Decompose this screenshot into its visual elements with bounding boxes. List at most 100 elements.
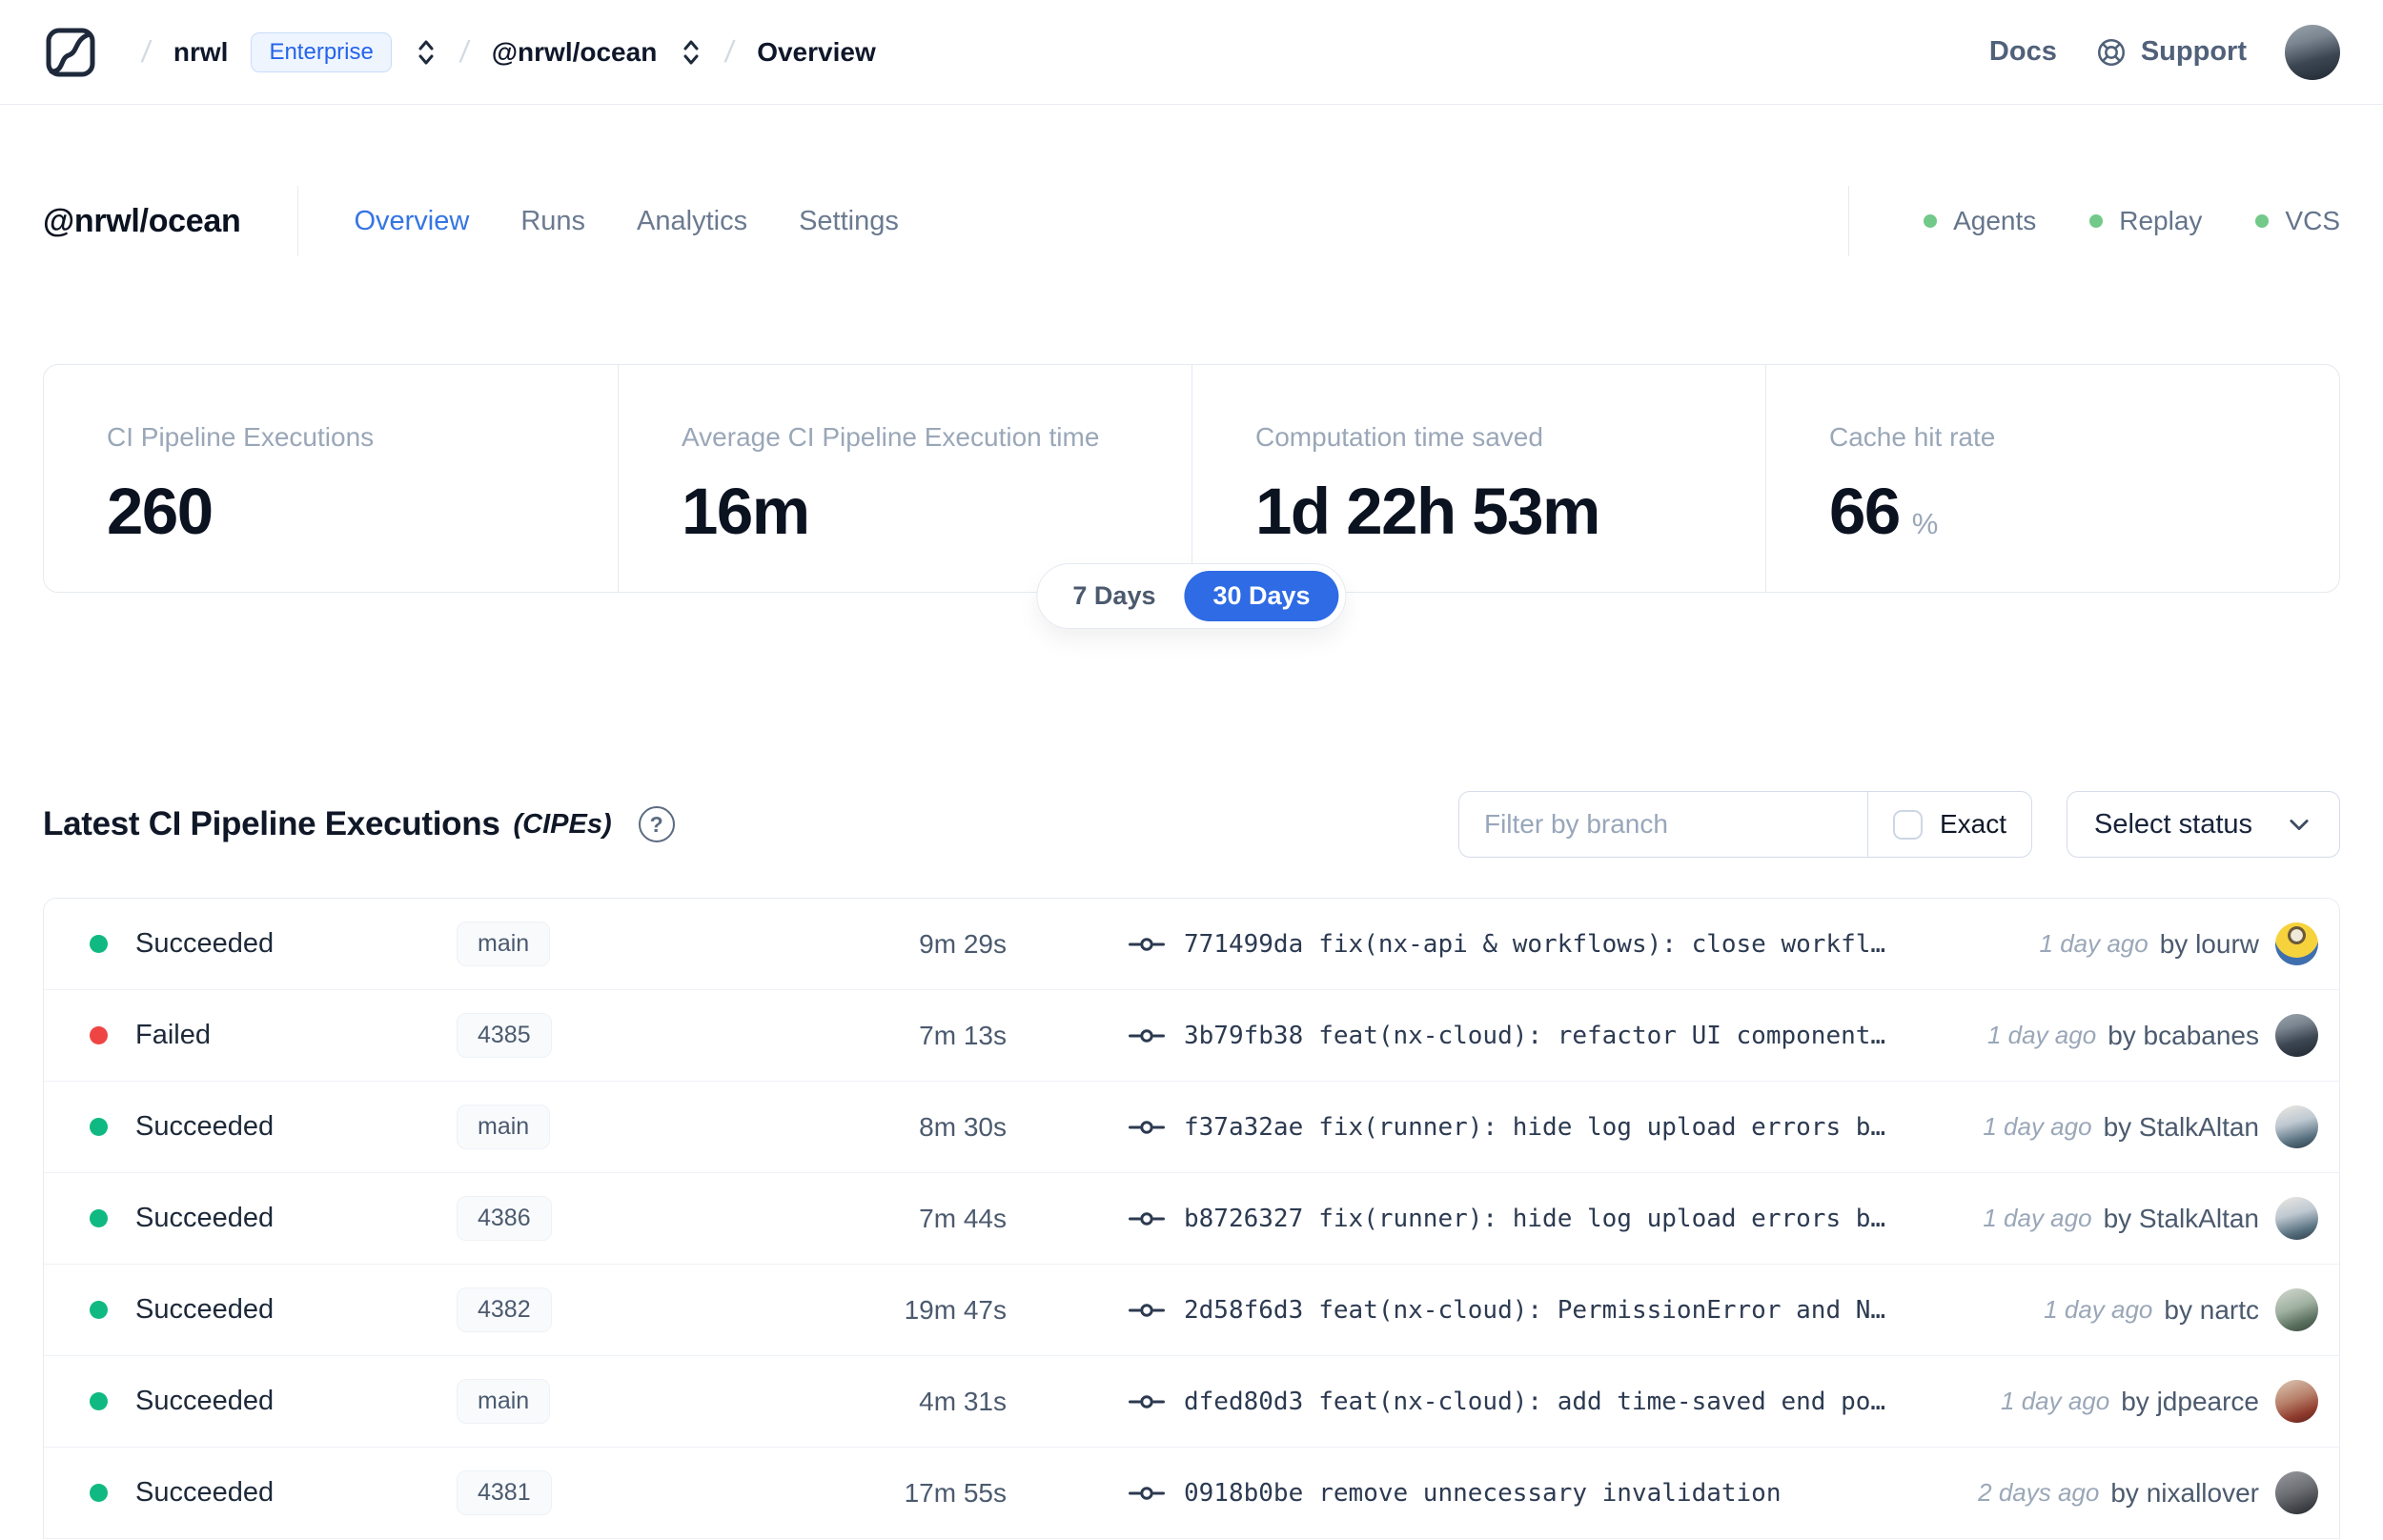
author: by lourw [2159,928,2259,959]
relative-time: 1 day ago [1983,1204,2092,1232]
tab-analytics[interactable]: Analytics [637,206,747,237]
breadcrumb-workspace[interactable]: @nrwl/ocean [492,37,658,68]
divider [297,186,299,256]
status-dot [90,1026,108,1044]
commit-message: feat(nx-cloud): PermissionError and N… [1318,1295,1886,1325]
green-status-dot [2255,214,2270,228]
feature-indicators: Agents Replay VCS [1791,186,2340,256]
commit-hash: 771499da [1184,929,1304,959]
author-avatar [2275,1014,2318,1057]
author-avatar [2275,1380,2318,1423]
support-label: Support [2140,36,2247,67]
stats-card: CI Pipeline Executions 260 Average CI Pi… [43,364,2340,593]
git-commit-icon [1129,1120,1165,1134]
stat-label: Cache hit rate [1829,422,1996,452]
divider [1848,186,1850,256]
section-title: Latest CI Pipeline Executions [43,805,500,842]
commit-message: fix(runner): hide log upload errors b… [1318,1112,1886,1142]
stat-label: CI Pipeline Executions [107,422,375,452]
support-link[interactable]: Support [2095,36,2247,69]
author: by jdpearce [2121,1386,2259,1416]
exact-label: Exact [1939,809,2006,839]
stat-computation-time-saved: Computation time saved 1d 22h 53m [1192,365,1765,592]
relative-time: 1 day ago [1983,1112,2092,1141]
status-dot [90,1118,108,1136]
status-dot [90,1301,108,1319]
range-30-days-button[interactable]: 30 Days [1184,571,1339,621]
table-row[interactable]: Succeeded main 4m 31s dfed80d3 feat(nx-c… [44,1356,2339,1448]
workspace-tabs: Overview Runs Analytics Settings [354,206,898,237]
exact-toggle[interactable]: Exact [1868,792,2031,857]
indicator-replay[interactable]: Replay [2089,206,2202,236]
table-row[interactable]: Succeeded main 9m 29s 771499da fix(nx-ap… [44,899,2339,990]
tab-settings[interactable]: Settings [799,206,899,237]
stats-section: CI Pipeline Executions 260 Average CI Pi… [43,364,2340,629]
duration: 8m 30s [919,1111,1007,1142]
commit-message: remove unnecessary invalidation [1318,1478,1782,1508]
stat-cache-hit-rate: Cache hit rate 66 % [1765,365,2339,592]
branch-badge: 4382 [457,1287,552,1332]
table-row[interactable]: Failed 4385 7m 13s 3b79fb38 feat(nx-clou… [44,990,2339,1082]
indicator-agents[interactable]: Agents [1924,206,2036,236]
commit-hash: 3b79fb38 [1184,1021,1304,1050]
author: by nixallover [2110,1477,2259,1508]
commit-hash: b8726327 [1184,1204,1304,1233]
workspace-switcher-icon[interactable] [680,38,703,67]
cipe-table: Succeeded main 9m 29s 771499da fix(nx-ap… [43,898,2340,1539]
commit-message: fix(nx-api & workflows): close workfl… [1318,929,1886,959]
table-row[interactable]: Succeeded 4386 7m 44s b8726327 fix(runne… [44,1173,2339,1265]
relative-time: 1 day ago [2001,1387,2110,1415]
select-status-dropdown[interactable]: Select status [2067,791,2340,858]
page-title: @nrwl/ocean [43,202,241,239]
table-row[interactable]: Succeeded 4381 17m 55s 0918b0be remove u… [44,1448,2339,1539]
branch-badge: 4386 [457,1196,552,1241]
relative-time: 1 day ago [2044,1295,2153,1324]
enterprise-badge: Enterprise [251,31,392,72]
table-controls: Exact Select status [1457,791,2340,858]
nav-actions: Docs Support [1989,24,2340,80]
table-row[interactable]: Succeeded main 8m 30s f37a32ae fix(runne… [44,1082,2339,1173]
stat-ci-pipeline-executions: CI Pipeline Executions 260 [44,365,618,592]
docs-link[interactable]: Docs [1989,36,2057,68]
relative-time: 1 day ago [1986,1021,2097,1049]
tab-runs[interactable]: Runs [520,206,585,237]
duration: 7m 44s [919,1203,1007,1233]
commit-message: fix(runner): hide log upload errors b… [1318,1204,1886,1233]
duration: 19m 47s [904,1294,1007,1325]
indicator-label: Replay [2119,206,2203,235]
stat-suffix: % [1911,507,1939,540]
exact-checkbox[interactable] [1892,809,1923,840]
stat-value: 16m [682,475,810,548]
help-icon[interactable]: ? [638,806,675,842]
git-commit-icon [1129,1486,1165,1500]
green-status-dot [1924,214,1938,228]
docs-label: Docs [1988,36,2057,67]
commit-hash: 0918b0be [1184,1478,1304,1508]
indicator-vcs[interactable]: VCS [2255,206,2340,236]
cipe-section-header: Latest CI Pipeline Executions (CIPEs) ? … [43,791,2340,858]
indicator-group: Agents Replay VCS [1924,206,2340,236]
indicator-label: Agents [1953,206,2037,235]
branch-badge: 4385 [457,1013,552,1058]
user-avatar[interactable] [2285,24,2340,80]
stat-label: Computation time saved [1255,422,1543,452]
org-switcher-icon[interactable] [415,38,438,67]
range-7-days-button[interactable]: 7 Days [1044,571,1184,621]
author-avatar [2275,1105,2318,1148]
tab-overview[interactable]: Overview [354,206,469,237]
chevron-down-icon [2290,820,2309,831]
commit-hash: 2d58f6d3 [1184,1295,1304,1325]
author-avatar [2275,1197,2318,1240]
breadcrumb-separator: / [458,34,472,69]
status-label: Succeeded [135,1294,275,1325]
nx-cloud-logo-icon[interactable] [43,25,98,80]
branch-filter-input[interactable] [1458,792,1867,857]
table-row[interactable]: Succeeded 4382 19m 47s 2d58f6d3 feat(nx-… [44,1265,2339,1356]
author: by StalkAltan [2103,1203,2259,1233]
branch-filter-group: Exact [1457,791,2032,858]
status-label: Succeeded [135,1203,275,1233]
top-nav: / nrwl Enterprise / @nrwl/ocean / Overvi… [0,0,2383,105]
breadcrumb-org[interactable]: nrwl [173,37,229,68]
status-label: Failed [135,1020,211,1050]
author: by StalkAltan [2103,1111,2259,1142]
